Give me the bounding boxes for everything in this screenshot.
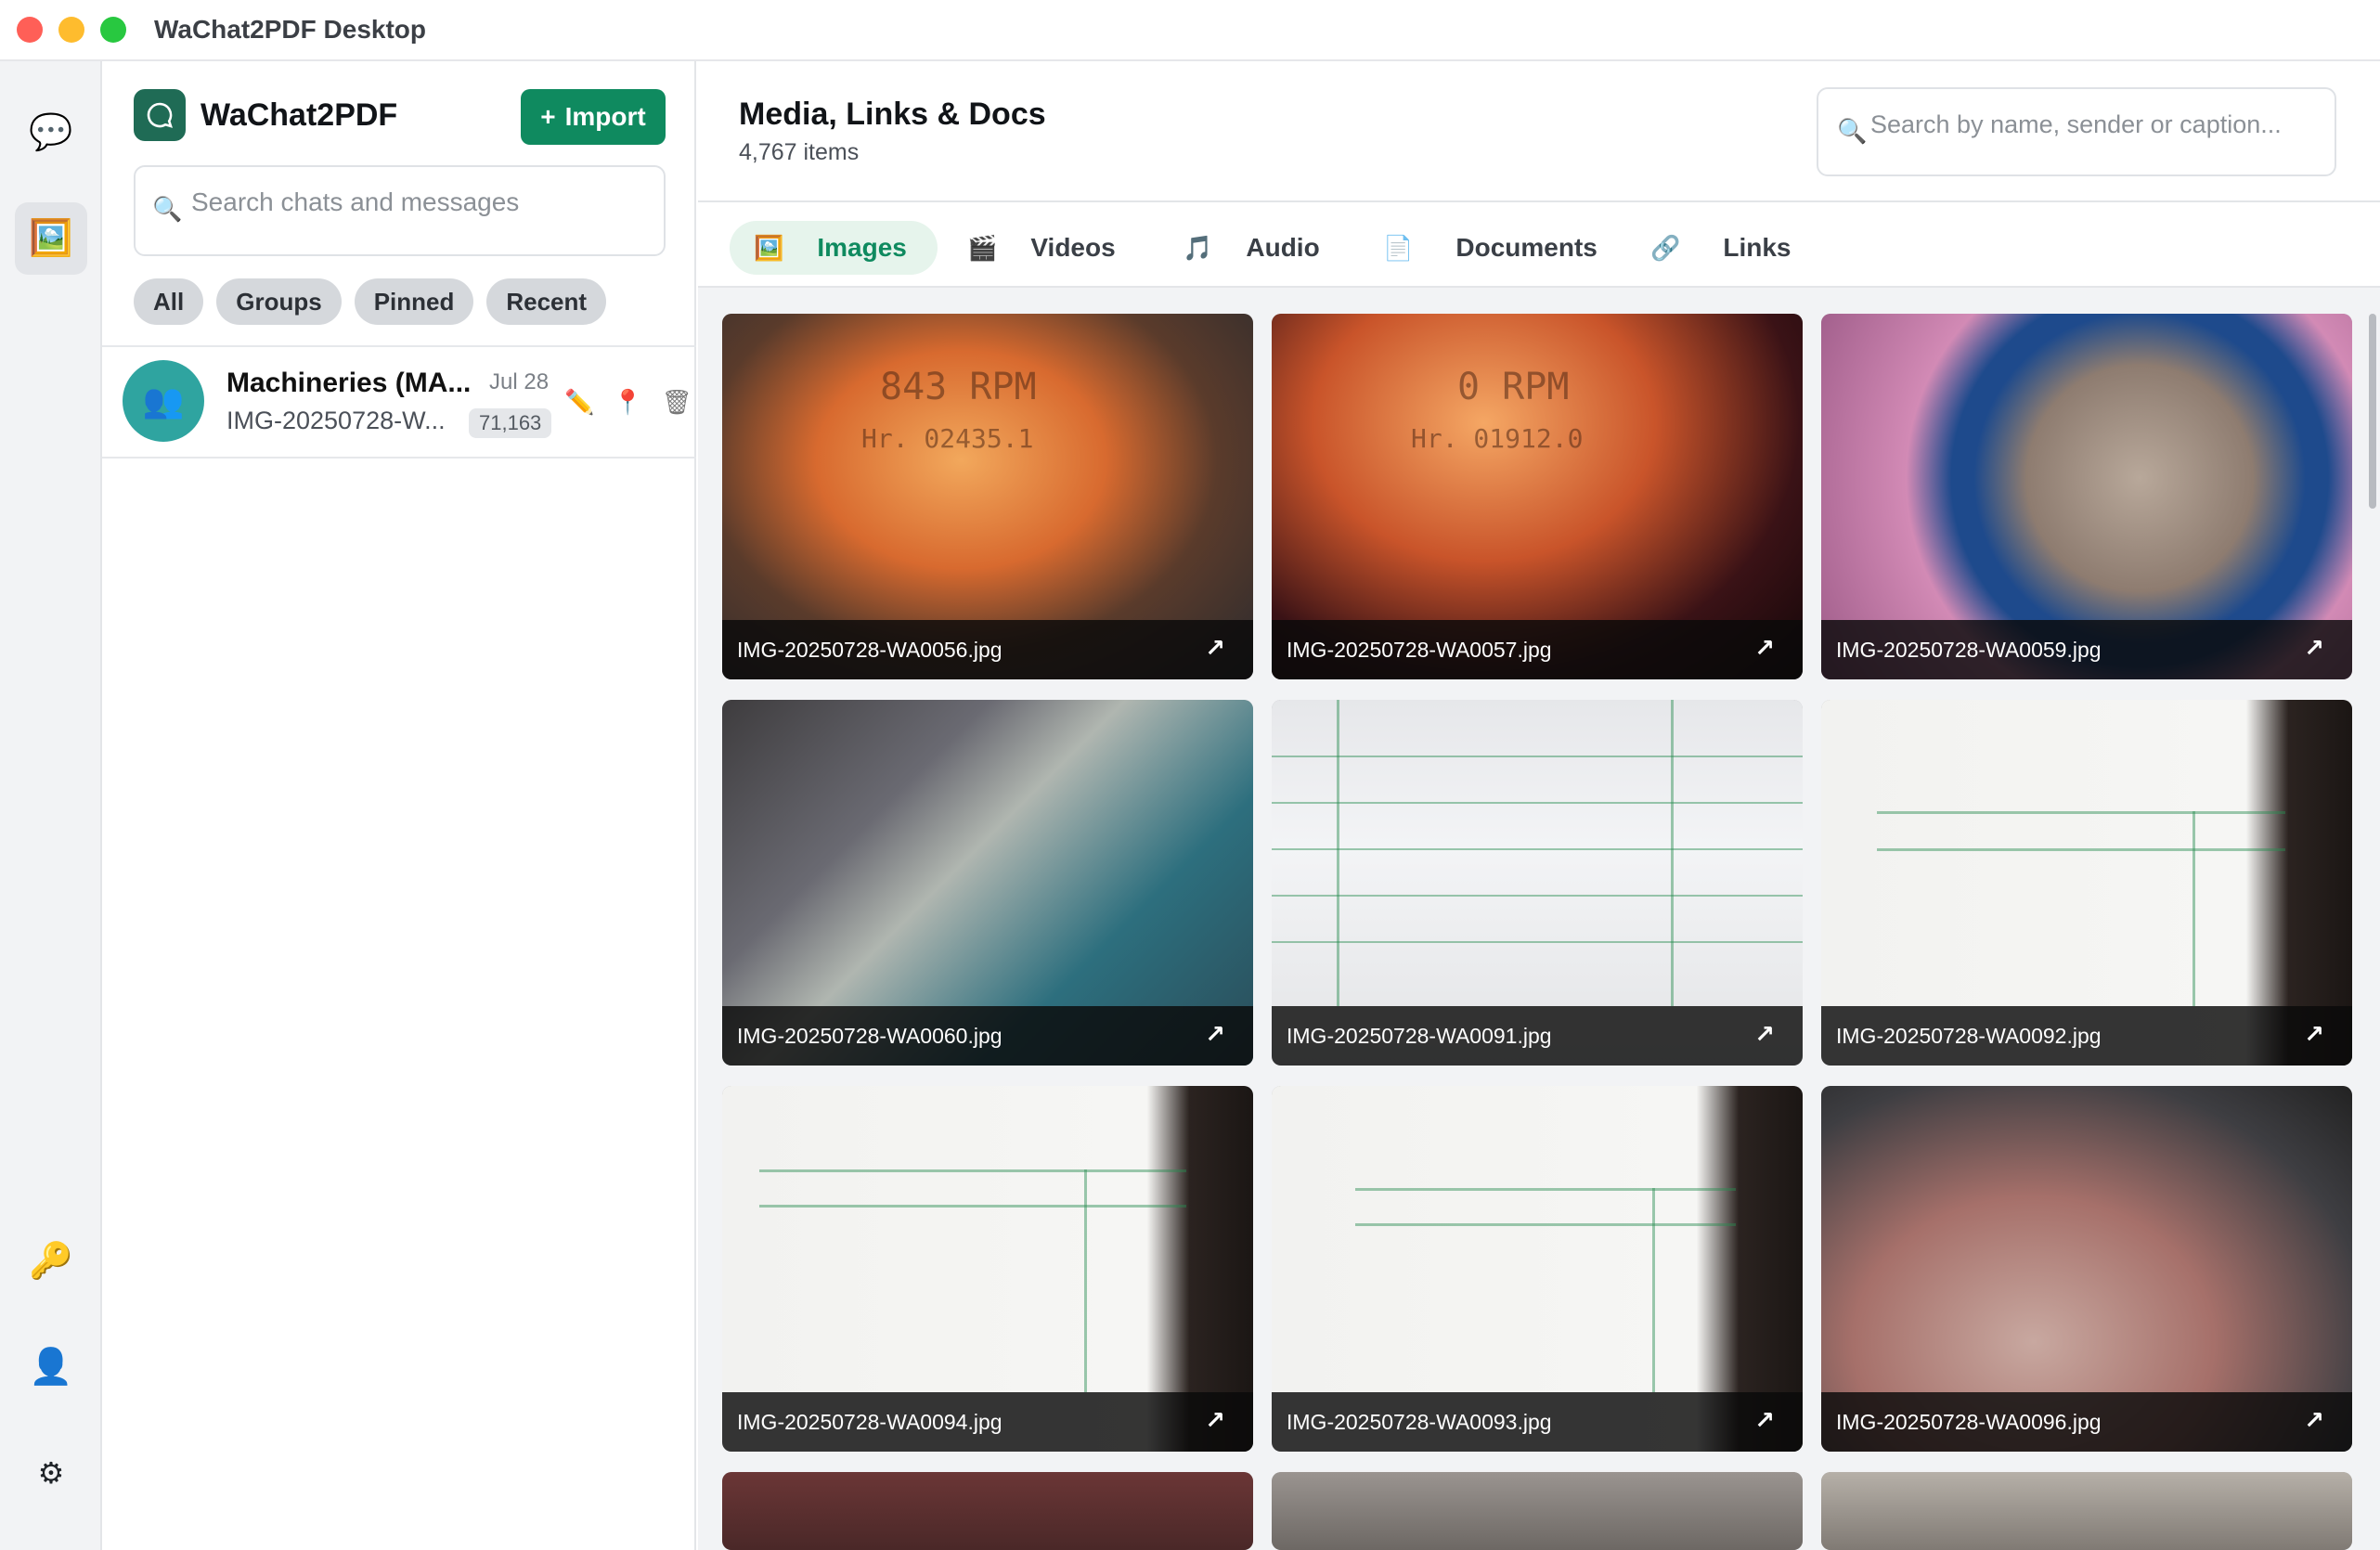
picture-icon: 🖼️ — [754, 233, 784, 262]
rail-profile-button[interactable]: 👤 — [15, 1331, 87, 1403]
chat-list-item[interactable]: 👥 Machineries (MA... Jul 28 IMG-20250728… — [102, 345, 696, 459]
chat-search-box: 🔍 — [134, 165, 666, 256]
media-filename: IMG-20250728-WA0092.jpg — [1821, 1006, 2352, 1066]
plus-icon: + — [540, 102, 556, 131]
chat-list-panel: WaChat2PDF + Import 🔍 All Groups Pinned … — [102, 61, 696, 1550]
filter-groups[interactable]: Groups — [216, 278, 342, 325]
item-count: 4,767 items — [739, 139, 860, 165]
media-card[interactable]: 0 RPM Hr. 01912.0 IMG-20250728-WA0057.jp… — [1272, 314, 1803, 679]
tab-documents[interactable]: 📄 Documents — [1383, 221, 1597, 275]
import-button[interactable]: + Import — [521, 89, 666, 145]
open-external-icon[interactable]: ↗ — [1754, 634, 1775, 663]
group-icon: 👥 — [142, 381, 185, 420]
media-card[interactable]: IMG-20250728-WA0096.jpg ↗ — [1821, 1086, 2352, 1452]
rename-pencil-icon[interactable]: ✏️ — [564, 388, 594, 417]
media-card[interactable]: IMG-20250728-WA0091.jpg ↗ — [1272, 700, 1803, 1066]
filter-recent[interactable]: Recent — [486, 278, 607, 325]
picture-icon: 🖼️ — [29, 219, 73, 258]
media-card[interactable] — [1821, 1472, 2352, 1550]
brand-logo-icon — [134, 89, 186, 141]
chat-bubble-icon: 💬 — [29, 113, 73, 152]
media-card[interactable] — [722, 1472, 1253, 1550]
tab-videos[interactable]: 🎬 Videos — [967, 221, 1116, 275]
open-external-icon[interactable]: ↗ — [1205, 634, 1225, 663]
chat-date: Jul 28 — [489, 369, 550, 394]
filter-pinned[interactable]: Pinned — [354, 278, 474, 325]
media-filename: IMG-20250728-WA0094.jpg — [722, 1392, 1253, 1452]
page-title: Media, Links & Docs — [739, 97, 1046, 132]
close-window-button[interactable] — [17, 17, 43, 43]
media-filename: IMG-20250728-WA0091.jpg — [1272, 1006, 1803, 1066]
media-card[interactable] — [1272, 1472, 1803, 1550]
key-icon: 🔑 — [29, 1242, 73, 1281]
nav-rail: 💬 🖼️ 🔑 👤 ⚙ — [0, 61, 102, 1550]
media-filename: IMG-20250728-WA0093.jpg — [1272, 1392, 1803, 1452]
open-external-icon[interactable]: ↗ — [1754, 1406, 1775, 1435]
media-search-input[interactable] — [1870, 104, 2325, 145]
media-card[interactable]: IMG-20250728-WA0060.jpg ↗ — [722, 700, 1253, 1066]
media-card[interactable]: IMG-20250728-WA0059.jpg ↗ — [1821, 314, 2352, 679]
window-titlebar: WaChat2PDF Desktop — [0, 0, 2380, 61]
chat-row-actions: ✏️ 📍 🗑 — [564, 388, 692, 417]
pin-icon[interactable]: 📍 — [613, 388, 642, 417]
tab-links[interactable]: 🔗 Links — [1650, 221, 1791, 275]
message-count-badge: 71,163 — [469, 408, 552, 438]
media-card[interactable]: IMG-20250728-WA0094.jpg ↗ — [722, 1086, 1253, 1452]
image-thumbnail — [722, 1472, 1253, 1550]
brand-name: WaChat2PDF — [200, 97, 398, 133]
chat-filters: All Groups Pinned Recent — [134, 278, 607, 325]
media-filename: IMG-20250728-WA0057.jpg — [1272, 620, 1803, 679]
open-external-icon[interactable]: ↗ — [2304, 634, 2324, 663]
rail-chats-button[interactable]: 💬 — [15, 97, 87, 169]
chat-name: Machineries (MA... — [226, 368, 472, 398]
media-tabs: 🖼️ Images 🎬 Videos 🎵 Audio 📄 Documents 🔗… — [698, 202, 2380, 288]
minimize-window-button[interactable] — [58, 17, 84, 43]
rail-key-button[interactable]: 🔑 — [15, 1225, 87, 1298]
image-thumbnail — [1821, 1472, 2352, 1550]
group-avatar: 👥 — [123, 360, 204, 442]
open-external-icon[interactable]: ↗ — [2304, 1020, 2324, 1049]
media-header: Media, Links & Docs 4,767 items 🔍 — [698, 61, 2380, 202]
open-external-icon[interactable]: ↗ — [1205, 1020, 1225, 1049]
rail-media-button[interactable]: 🖼️ — [15, 202, 87, 275]
brand: WaChat2PDF — [134, 89, 397, 141]
open-external-icon[interactable]: ↗ — [1754, 1020, 1775, 1049]
link-icon: 🔗 — [1650, 233, 1681, 262]
media-card[interactable]: IMG-20250728-WA0092.jpg ↗ — [1821, 700, 2352, 1066]
trash-icon[interactable]: 🗑 — [662, 388, 692, 417]
chat-search-input[interactable] — [191, 182, 646, 223]
image-thumbnail — [1272, 1472, 1803, 1550]
search-icon: 🔍 — [1837, 117, 1868, 145]
media-filename: IMG-20250728-WA0096.jpg — [1821, 1392, 2352, 1452]
media-scrollbar[interactable] — [2369, 314, 2376, 509]
media-filename: IMG-20250728-WA0056.jpg — [722, 620, 1253, 679]
media-card[interactable]: 843 RPM Hr. 02435.1 IMG-20250728-WA0056.… — [722, 314, 1253, 679]
chat-preview: IMG-20250728-W... — [226, 407, 446, 434]
media-search-box: 🔍 — [1817, 87, 2336, 176]
clapper-icon: 🎬 — [967, 233, 998, 262]
open-external-icon[interactable]: ↗ — [2304, 1406, 2324, 1435]
filter-all[interactable]: All — [134, 278, 204, 325]
search-icon: 🔍 — [152, 195, 183, 223]
zoom-window-button[interactable] — [100, 17, 126, 43]
tab-images[interactable]: 🖼️ Images — [730, 221, 938, 275]
tab-audio[interactable]: 🎵 Audio — [1183, 221, 1320, 275]
open-external-icon[interactable]: ↗ — [1205, 1406, 1225, 1435]
rail-settings-button[interactable]: ⚙ — [15, 1437, 87, 1509]
user-icon: 👤 — [29, 1348, 73, 1387]
document-icon: 📄 — [1383, 233, 1414, 262]
window-controls — [17, 17, 126, 43]
window-title: WaChat2PDF Desktop — [154, 15, 427, 44]
music-note-icon: 🎵 — [1183, 233, 1213, 262]
media-filename: IMG-20250728-WA0059.jpg — [1821, 620, 2352, 679]
gear-icon: ⚙ — [37, 1456, 65, 1490]
media-filename: IMG-20250728-WA0060.jpg — [722, 1006, 1253, 1066]
import-label: Import — [564, 102, 646, 131]
media-card[interactable]: IMG-20250728-WA0093.jpg ↗ — [1272, 1086, 1803, 1452]
